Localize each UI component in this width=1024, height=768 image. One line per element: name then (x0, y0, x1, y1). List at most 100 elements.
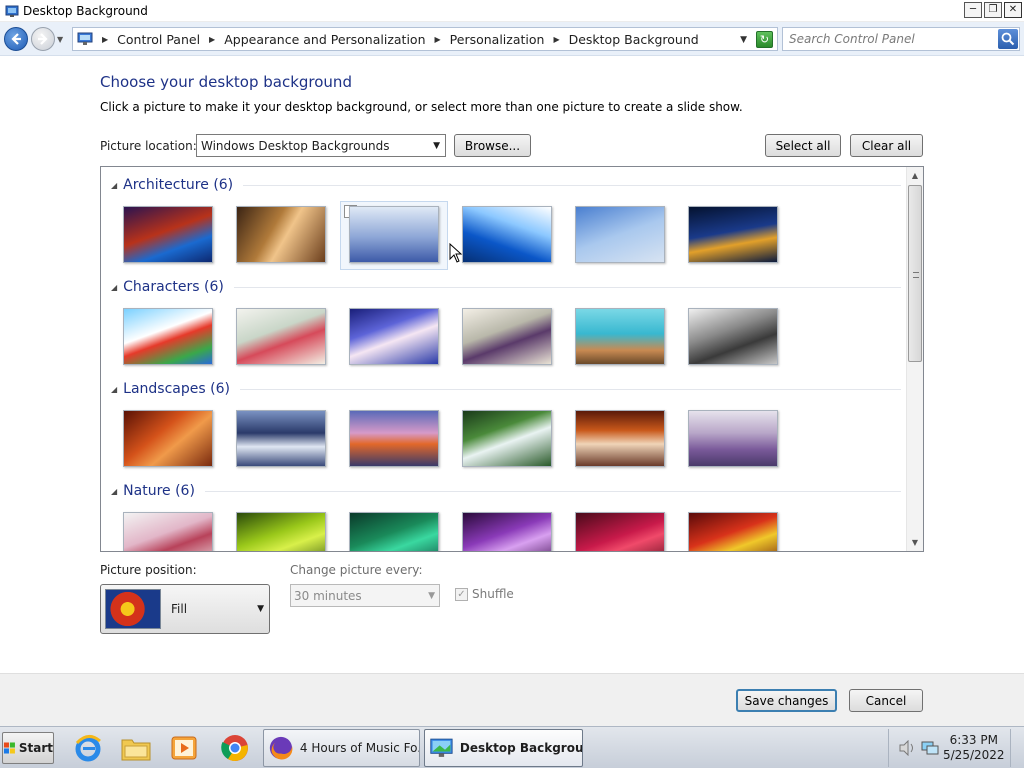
scrollbar-thumb[interactable] (908, 185, 922, 362)
background-thumbnail[interactable] (349, 410, 439, 467)
start-button[interactable]: Start (2, 732, 54, 764)
breadcrumb-separator-icon[interactable]: ▶ (553, 35, 559, 44)
picture-group: ◢ Characters (6) (101, 277, 906, 377)
save-changes-button[interactable]: Save changes (736, 689, 837, 712)
address-history-dropdown[interactable]: ▼ (740, 35, 747, 45)
picture-location-label: Picture location: (100, 139, 197, 153)
clear-all-button[interactable]: Clear all (850, 134, 923, 157)
scroll-down-icon[interactable]: ▼ (907, 534, 923, 551)
picture-position-select[interactable]: Fill ▼ (100, 584, 270, 634)
taskbar: Start 4 Hours of Music Fo... Desktop Bac… (0, 726, 1024, 768)
clock[interactable]: 6:33 PM 5/25/2022 (943, 733, 1005, 763)
window-title: Desktop Background (23, 3, 148, 18)
breadcrumb-personalization[interactable]: Personalization (450, 32, 545, 47)
breadcrumb-separator-icon[interactable]: ▶ (102, 35, 108, 44)
background-thumbnail[interactable] (236, 410, 326, 467)
group-header[interactable]: ◢ Characters (6) (111, 277, 901, 297)
clock-time: 6:33 PM (949, 733, 998, 747)
background-thumbnail[interactable] (462, 308, 552, 365)
taskbar-task-desktop-background[interactable]: Desktop Backgrou... (424, 729, 583, 767)
breadcrumb-appearance[interactable]: Appearance and Personalization (224, 32, 425, 47)
background-thumbnail[interactable] (462, 410, 552, 467)
search-box[interactable] (782, 27, 1020, 51)
background-thumbnail[interactable] (349, 308, 439, 365)
chevron-down-icon: ▼ (257, 604, 264, 614)
breadcrumb-control-panel[interactable]: Control Panel (117, 32, 200, 47)
scroll-up-icon[interactable]: ▲ (907, 167, 923, 184)
minimize-icon: ─ (969, 4, 977, 15)
taskbar-task-firefox[interactable]: 4 Hours of Music Fo... (263, 729, 420, 767)
vertical-scrollbar[interactable]: ▲ ▼ (906, 167, 923, 551)
shuffle-checkbox[interactable]: ✓ (455, 587, 468, 601)
shuffle-label: Shuffle (472, 587, 514, 601)
background-thumbnail[interactable] (349, 206, 439, 263)
chrome-icon[interactable] (215, 730, 255, 766)
internet-explorer-icon[interactable] (68, 730, 108, 766)
cancel-button[interactable]: Cancel (849, 689, 923, 712)
background-thumbnail[interactable] (575, 512, 665, 551)
collapse-triangle-icon[interactable]: ◢ (111, 385, 117, 394)
background-thumbnail[interactable] (575, 206, 665, 263)
background-thumbnail[interactable] (123, 308, 213, 365)
system-tray: 6:33 PM 5/25/2022 (888, 729, 1024, 767)
breadcrumb[interactable]: ▶ Control Panel ▶ Appearance and Persona… (72, 27, 778, 51)
forward-button[interactable] (31, 27, 55, 51)
picture-gallery[interactable]: ◢ Architecture (6) ◢ Characters (6) ◢ Landsca… (100, 166, 924, 552)
group-divider (204, 490, 901, 492)
background-thumbnail[interactable] (236, 308, 326, 365)
background-thumbnail[interactable] (462, 512, 552, 551)
background-thumbnail[interactable] (123, 512, 213, 551)
group-title: Architecture (6) (123, 177, 234, 193)
clock-date: 5/25/2022 (943, 748, 1005, 762)
background-thumbnail[interactable] (123, 410, 213, 467)
collapse-triangle-icon[interactable]: ◢ (111, 181, 117, 190)
picture-location-select[interactable]: Windows Desktop Backgrounds ▼ (196, 134, 446, 157)
network-icon[interactable] (921, 740, 939, 756)
background-thumbnail[interactable] (236, 206, 326, 263)
recent-pages-dropdown[interactable]: ▼ (57, 35, 63, 44)
collapse-triangle-icon[interactable]: ◢ (111, 283, 117, 292)
page-title: Choose your desktop background (100, 73, 352, 91)
background-thumbnail[interactable] (688, 206, 778, 263)
breadcrumb-separator-icon[interactable]: ▶ (209, 35, 215, 44)
group-header[interactable]: ◢ Nature (6) (111, 481, 901, 501)
breadcrumb-desktop-background[interactable]: Desktop Background (569, 32, 699, 47)
background-thumbnail[interactable] (462, 206, 552, 263)
background-thumbnail[interactable] (349, 512, 439, 551)
media-player-icon[interactable] (164, 730, 204, 766)
refresh-button[interactable]: ↻ (756, 31, 773, 48)
minimize-button[interactable]: ─ (964, 2, 982, 18)
shuffle-option[interactable]: ✓ Shuffle (455, 587, 514, 601)
background-thumbnail[interactable] (123, 206, 213, 263)
search-icon (1001, 32, 1015, 46)
restore-button[interactable]: ❐ (984, 2, 1002, 18)
volume-icon[interactable] (899, 740, 917, 756)
background-thumbnail[interactable] (688, 410, 778, 467)
position-preview-image (105, 589, 161, 629)
background-thumbnail[interactable] (688, 512, 778, 551)
background-thumbnail[interactable] (575, 308, 665, 365)
select-all-button[interactable]: Select all (765, 134, 841, 157)
group-header[interactable]: ◢ Landscapes (6) (111, 379, 901, 399)
control-panel-app-icon (5, 5, 19, 17)
background-thumbnail[interactable] (688, 308, 778, 365)
browse-button[interactable]: Browse... (454, 134, 531, 157)
file-explorer-icon[interactable] (116, 730, 156, 766)
background-thumbnail[interactable] (236, 512, 326, 551)
back-button[interactable] (4, 27, 28, 51)
start-label: Start (18, 741, 53, 755)
page-instructions: Click a picture to make it your desktop … (100, 100, 743, 114)
breadcrumb-separator-icon[interactable]: ▶ (435, 35, 441, 44)
background-thumbnail[interactable] (575, 410, 665, 467)
group-header[interactable]: ◢ Architecture (6) (111, 175, 901, 195)
picture-group: ◢ Architecture (6) (101, 175, 906, 275)
show-desktop-button[interactable] (1010, 729, 1024, 767)
change-picture-interval-select[interactable]: 30 minutes ▼ (290, 584, 440, 607)
interval-value: 30 minutes (294, 588, 362, 603)
taskbar-task-label: Desktop Backgrou... (459, 741, 582, 755)
search-button[interactable] (998, 29, 1018, 49)
refresh-icon: ↻ (759, 33, 770, 46)
collapse-triangle-icon[interactable]: ◢ (111, 487, 117, 496)
search-input[interactable] (783, 28, 993, 50)
close-button[interactable]: ✕ (1004, 2, 1022, 18)
